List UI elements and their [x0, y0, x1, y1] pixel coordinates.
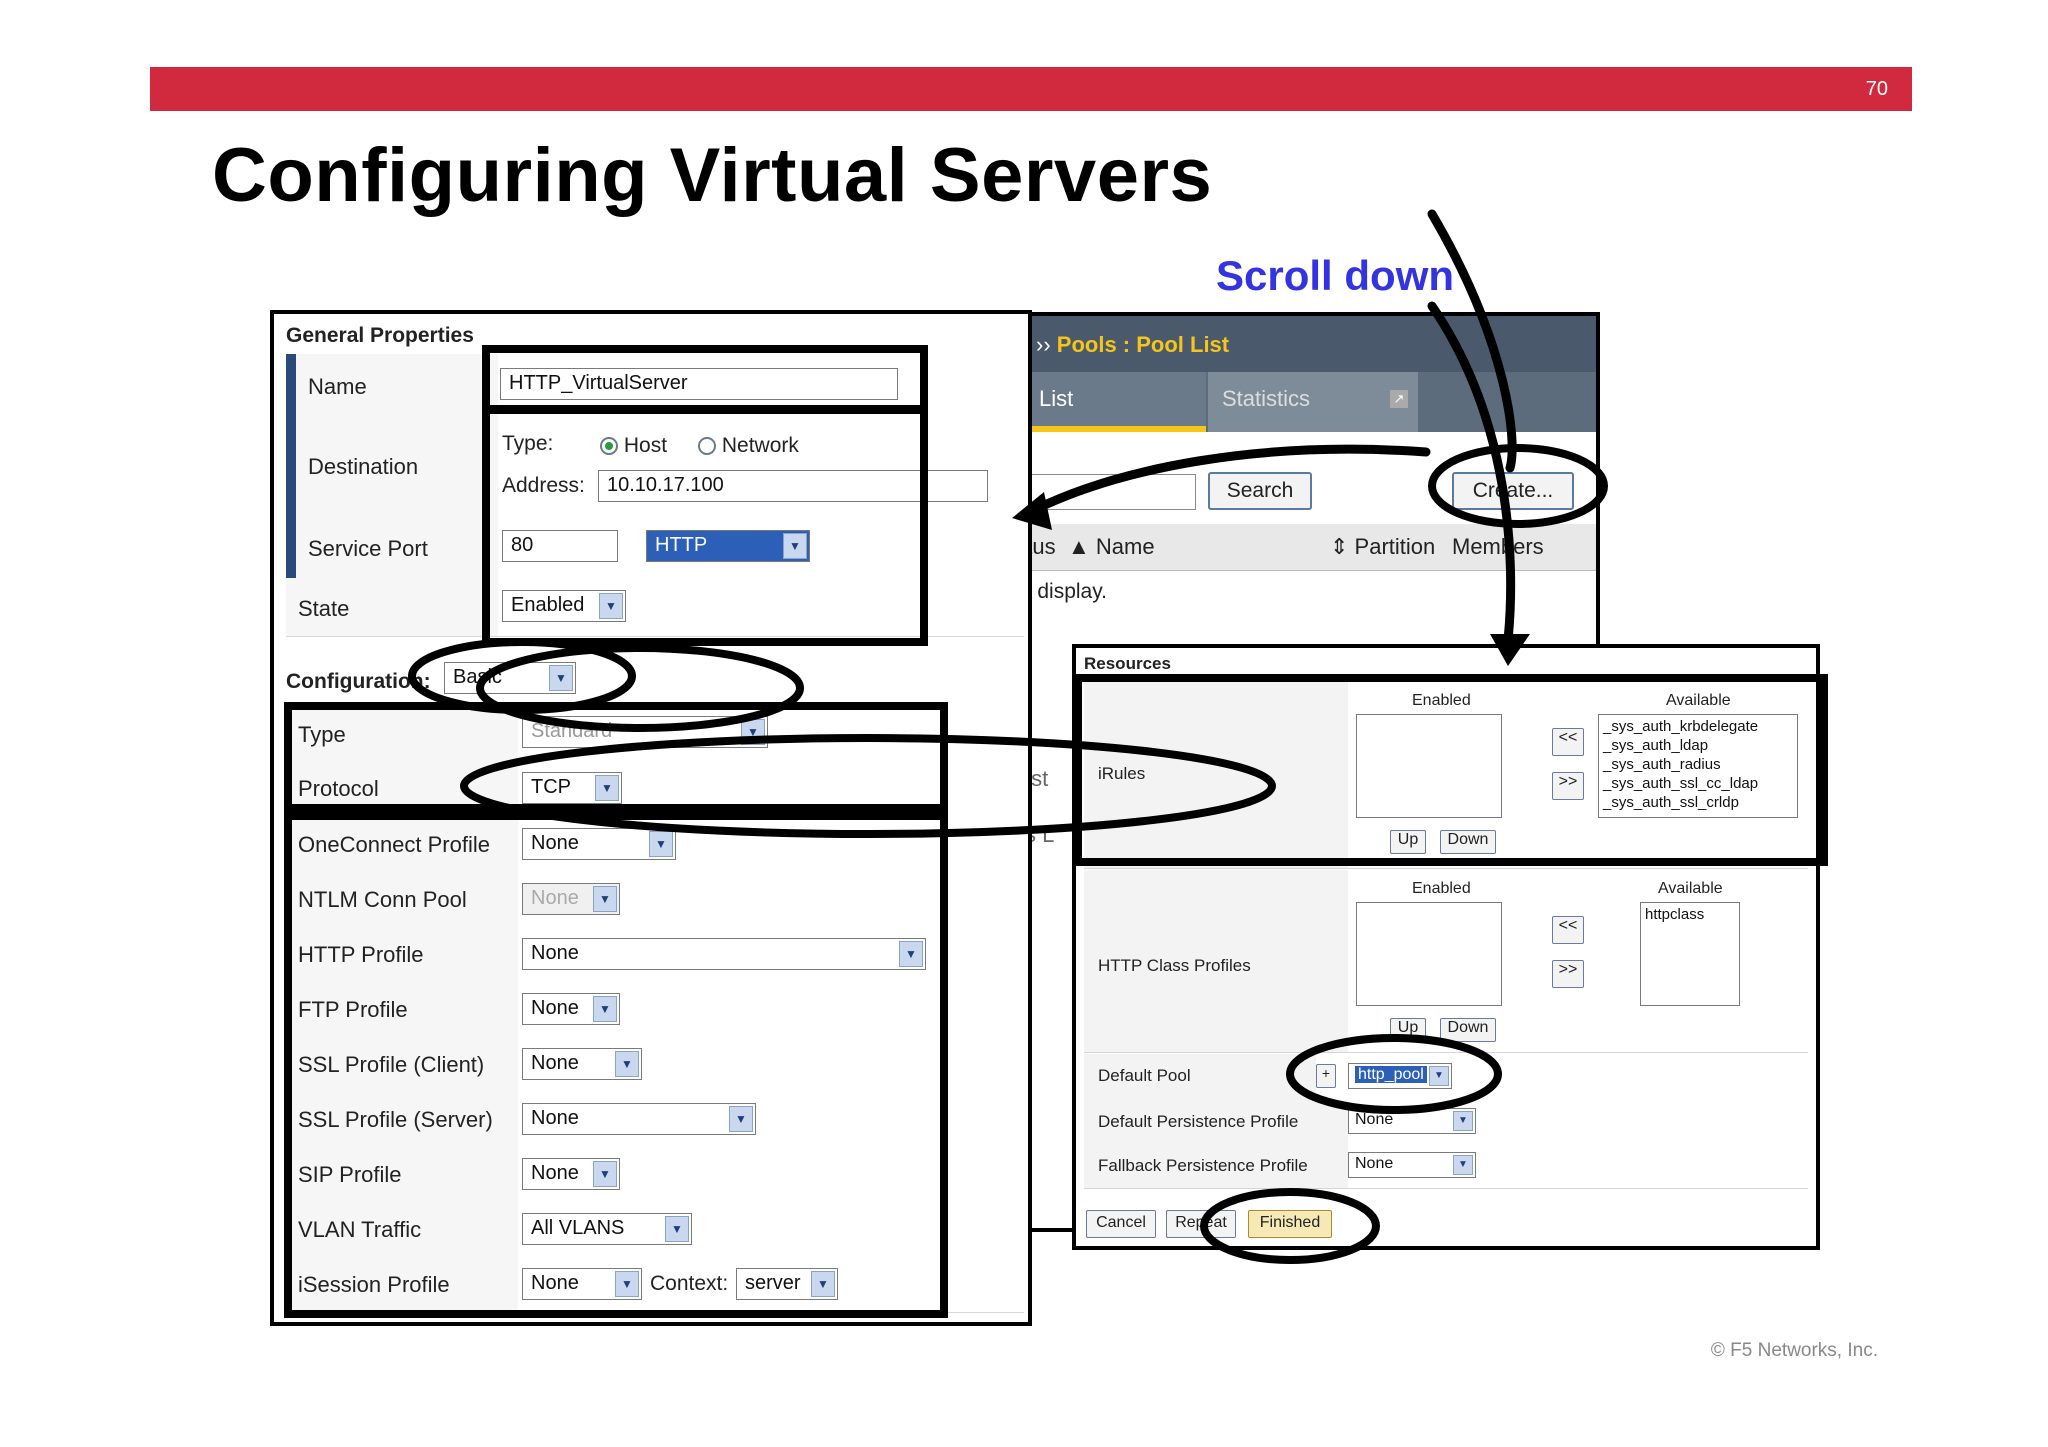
highlight-box-irules [1074, 674, 1828, 866]
ellipse-finished [1200, 1188, 1380, 1264]
arrow-to-create [1427, 209, 1517, 473]
ellipse-default-pool [1286, 1034, 1502, 1114]
highlight-box-destination [482, 406, 928, 646]
highlight-box-name [482, 345, 928, 413]
annotation-overlay [284, 209, 1828, 1318]
ellipse-create [1428, 444, 1608, 528]
highlight-box-type-protocol [284, 702, 948, 820]
arrowhead-create-to-form [1012, 492, 1052, 530]
ellipse-basic-outer [476, 644, 804, 732]
arrow-create-to-form [1029, 444, 1431, 515]
highlight-box-profiles [284, 804, 948, 1318]
arrowhead-scroll-down [1490, 634, 1530, 666]
